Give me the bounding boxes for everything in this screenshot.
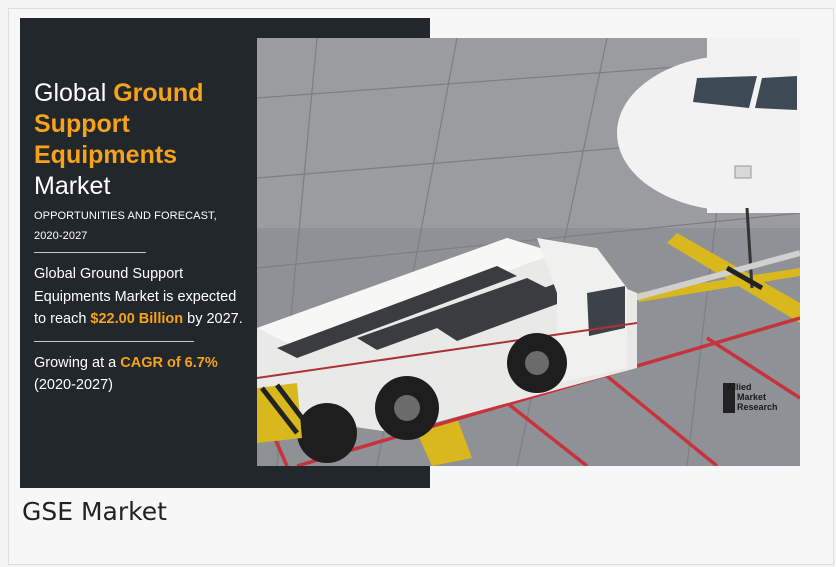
title-support: Support <box>34 110 130 138</box>
divider <box>34 252 146 253</box>
para1-text-b: by 2027. <box>183 311 243 327</box>
title-global: Global <box>34 79 107 107</box>
watermark-line-1: Allied <box>727 382 752 392</box>
title-ground: Ground <box>113 79 204 107</box>
image-caption: GSE Market <box>22 497 167 526</box>
para2-text-b: (2020-2027) <box>34 377 113 393</box>
cagr-value: CAGR of 6.7% <box>120 354 218 371</box>
watermark-line-2: Market <box>737 392 766 402</box>
photo-illustration: Allied Market Research <box>257 38 800 466</box>
subtitle-line-2: 2020-2027 <box>34 230 88 242</box>
banner-text: Global Ground Support Equipments Market … <box>34 78 249 397</box>
cagr-text: Growing at a CAGR of 6.7% (2020-2027) <box>34 352 249 397</box>
para2-text-a: Growing at a <box>34 354 121 371</box>
subtitle-line-1: OPPORTUNITIES AND FORECAST, <box>34 210 217 222</box>
market-size-text: Global Ground Support Equipments Market … <box>34 263 249 331</box>
title-market: Market <box>34 172 111 200</box>
title-equipments: Equipments <box>34 141 178 169</box>
divider <box>34 340 194 342</box>
title-line-1: Global Ground <box>34 78 249 109</box>
tug-aircraft-photo: Allied Market Research <box>257 38 800 466</box>
market-value: $22.00 Billion <box>90 311 184 327</box>
watermark-line-3: Research <box>737 402 778 412</box>
banner-subtitle: OPPORTUNITIES AND FORECAST, 2020-2027 <box>34 206 249 246</box>
banner-title: Global Ground Support Equipments Market <box>34 78 249 202</box>
